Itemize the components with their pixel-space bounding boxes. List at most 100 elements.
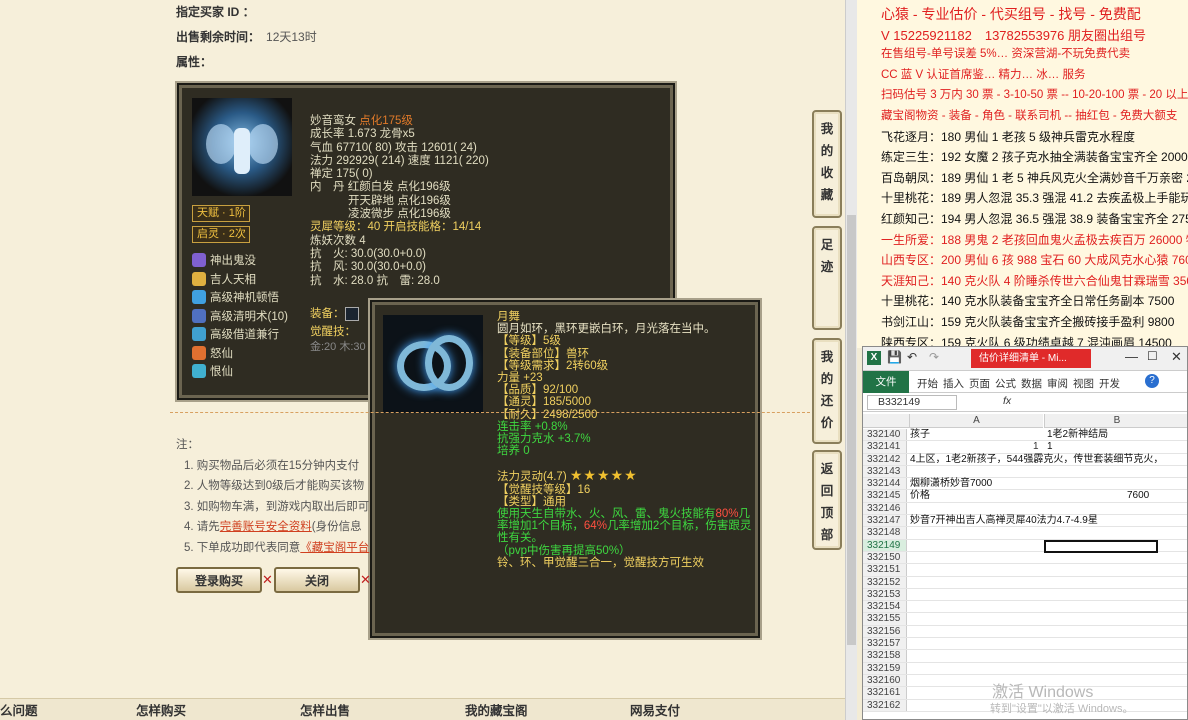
cell-a[interactable]: 4上区，1老2新孩子，544强霹克火，传世套装细节克火，: [910, 454, 1163, 466]
footer-link-my-cbg[interactable]: 我的藏宝阁: [465, 700, 528, 719]
footer-link-how-buy[interactable]: 怎样购买: [136, 700, 186, 719]
pet-skill-item[interactable]: 高级神机顿悟: [192, 288, 288, 307]
row-number[interactable]: 332160: [863, 674, 907, 687]
spreadsheet-row[interactable]: 332150: [863, 551, 1187, 565]
row-number[interactable]: 332146: [863, 502, 907, 515]
name-box[interactable]: B332149: [867, 395, 957, 410]
spreadsheet-row[interactable]: 332154: [863, 601, 1187, 614]
row-number[interactable]: 332155: [863, 613, 907, 625]
cell-a[interactable]: 妙音7开神出吉人高禅灵犀40法力4.7-4.9星: [910, 515, 1098, 527]
side-tab-counter-offer[interactable]: 我的还价: [812, 338, 842, 444]
row-number[interactable]: 332149: [863, 539, 907, 551]
row-number[interactable]: 332157: [863, 638, 907, 650]
help-icon[interactable]: ?: [1145, 374, 1159, 388]
spreadsheet-row[interactable]: 332144 烟柳潇桥妙音7000: [863, 478, 1187, 491]
row-number[interactable]: 332151: [863, 564, 907, 576]
spreadsheet-row[interactable]: 332140 孩子 1老2新神结局: [863, 429, 1187, 442]
excel-file-tab[interactable]: 文件: [863, 371, 909, 393]
listing-line: 天涯知己：140 克火队 4 阶睡杀传世六合仙鬼甘霖瑞雪 35000: [881, 273, 1188, 288]
row-number[interactable]: 332161: [863, 687, 907, 699]
spreadsheet-row[interactable]: 332156: [863, 625, 1187, 639]
spreadsheet-row[interactable]: 332148: [863, 527, 1187, 540]
spreadsheet-row[interactable]: 332153: [863, 588, 1187, 602]
cell-b[interactable]: 7600: [1127, 490, 1149, 502]
spreadsheet-row[interactable]: 332146: [863, 502, 1187, 516]
pet-skill-item[interactable]: 吉人天相: [192, 270, 288, 289]
browser-scrollbar-thumb[interactable]: [847, 215, 856, 645]
spreadsheet-row[interactable]: 332147 妙音7开神出吉人高禅灵犀40法力4.7-4.9星: [863, 515, 1187, 528]
row-number[interactable]: 332147: [863, 515, 907, 527]
spreadsheet-row[interactable]: 332157: [863, 638, 1187, 651]
platform-agreement-link[interactable]: 《藏宝阁平台: [300, 542, 369, 554]
pet-skill-item[interactable]: 恨仙: [192, 362, 288, 381]
spreadsheet-row[interactable]: 332151: [863, 564, 1187, 577]
spreadsheet-row[interactable]: 332152: [863, 576, 1187, 589]
ribbon-tab-view[interactable]: 视图: [1073, 376, 1094, 391]
side-tab-history[interactable]: 足迹: [812, 226, 842, 330]
undo-icon[interactable]: ↶: [907, 350, 917, 364]
row-number[interactable]: 332158: [863, 650, 907, 662]
save-icon[interactable]: 💾: [887, 350, 902, 364]
close-window-icon[interactable]: ✕: [1171, 349, 1182, 365]
maximize-icon[interactable]: ☐: [1147, 349, 1158, 363]
cell-a[interactable]: 孩子: [910, 429, 930, 441]
spreadsheet-row[interactable]: 332158: [863, 650, 1187, 663]
ribbon-tab-formula[interactable]: 公式: [995, 376, 1016, 391]
awake-skill-level: 【觉醒技等级】16: [497, 483, 591, 496]
ribbon-tab-page[interactable]: 页面: [969, 376, 990, 391]
pet-mp-speed: 法力 292929( 214) 速度 1121( 220): [310, 154, 489, 167]
spreadsheet-row[interactable]: 332142 4上区，1老2新孩子，544强霹克火，传世套装细节克火，: [863, 453, 1187, 466]
cell-a[interactable]: 价格: [910, 490, 930, 502]
cell-a-value[interactable]: 1: [1033, 441, 1039, 453]
ribbon-tab-review[interactable]: 审阅: [1047, 376, 1068, 391]
redo-icon[interactable]: ↷: [929, 350, 939, 364]
cell-b[interactable]: 1: [1047, 441, 1053, 453]
row-number[interactable]: 332145: [863, 490, 907, 502]
ribbon-tab-dev[interactable]: 开发: [1099, 376, 1120, 391]
footer-link-faq[interactable]: 么问题: [0, 700, 38, 719]
row-number[interactable]: 332159: [863, 662, 907, 674]
pet-skill-item[interactable]: 高级清明术(10): [192, 307, 288, 326]
row-number[interactable]: 332142: [863, 453, 907, 465]
spreadsheet-row[interactable]: 332155: [863, 613, 1187, 626]
footer-link-how-sell[interactable]: 怎样出售: [300, 700, 350, 719]
equip-slot-icon[interactable]: [344, 306, 359, 321]
spreadsheet-grid[interactable]: 332140 孩子 1老2新神结局 332141 1 1 332142 4上区，1老2新孩子，…: [863, 429, 1187, 712]
ribbon-tab-home[interactable]: 开始: [917, 376, 938, 391]
login-buy-button[interactable]: 登录购买: [176, 567, 262, 593]
row-number[interactable]: 332150: [863, 551, 907, 564]
close-button[interactable]: 关闭: [274, 567, 360, 593]
row-number[interactable]: 332143: [863, 465, 907, 478]
cell-a[interactable]: 烟柳潇桥妙音7000: [910, 478, 992, 490]
row-number[interactable]: 332152: [863, 576, 907, 588]
footer-link-netease-pay[interactable]: 网易支付: [630, 700, 680, 719]
row-number[interactable]: 332162: [863, 699, 907, 711]
row-number[interactable]: 332148: [863, 527, 907, 539]
minimize-icon[interactable]: —: [1125, 349, 1138, 364]
ribbon-tab-data[interactable]: 数据: [1021, 376, 1042, 391]
row-number[interactable]: 332141: [863, 441, 907, 453]
row-number[interactable]: 332140: [863, 429, 907, 441]
pet-skill-item[interactable]: 怒仙: [192, 344, 288, 363]
fx-icon[interactable]: fx: [1003, 395, 1011, 407]
spreadsheet-row[interactable]: 332141 1 1: [863, 441, 1187, 454]
row-number[interactable]: 332144: [863, 478, 907, 490]
row-number[interactable]: 332153: [863, 588, 907, 601]
side-tab-back-to-top[interactable]: 返回顶部: [812, 450, 842, 550]
row-number[interactable]: 332154: [863, 601, 907, 613]
pet-skill-item[interactable]: 高级借道兼行: [192, 325, 288, 344]
pet-skill-item[interactable]: 神出鬼没: [192, 251, 288, 270]
column-header-b[interactable]: B: [1044, 414, 1187, 428]
cell-b[interactable]: 1老2新神结局: [1047, 429, 1108, 441]
spreadsheet-row[interactable]: 332159: [863, 662, 1187, 675]
row-number[interactable]: 332156: [863, 625, 907, 638]
ribbon-tab-insert[interactable]: 插入: [943, 376, 964, 391]
spreadsheet-row[interactable]: 332143: [863, 465, 1187, 479]
spreadsheet-row[interactable]: 332149: [863, 539, 1187, 553]
account-security-link[interactable]: 完善账号安全资料: [220, 521, 312, 533]
selected-cell-b[interactable]: [1044, 539, 1158, 553]
select-all-corner[interactable]: [863, 414, 909, 428]
spreadsheet-row[interactable]: 332145 价格 7600: [863, 490, 1187, 503]
side-tab-favorites[interactable]: 我的收藏: [812, 110, 842, 218]
column-header-a[interactable]: A: [909, 414, 1043, 428]
